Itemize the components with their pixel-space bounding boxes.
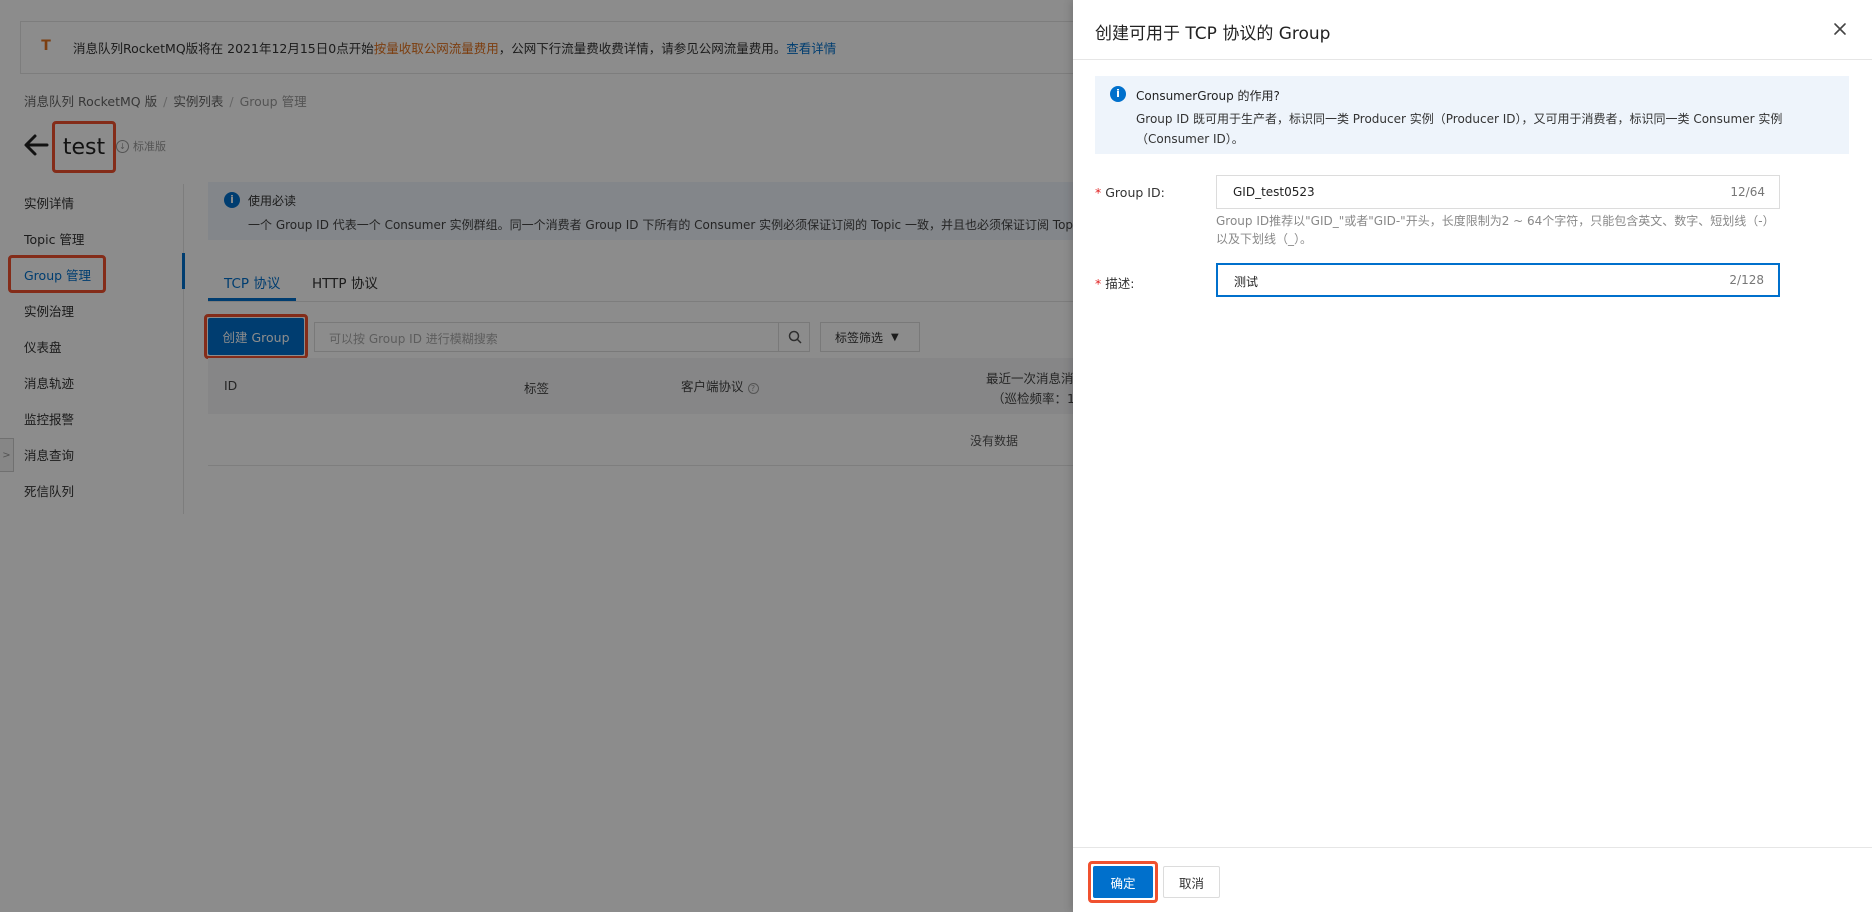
description-label-text: 描述: bbox=[1105, 276, 1135, 291]
description-value: 测试 bbox=[1234, 275, 1259, 289]
description-char-count: 2/128 bbox=[1729, 273, 1764, 287]
group-id-value: GID_test0523 bbox=[1233, 185, 1315, 199]
confirm-button[interactable]: 确定 bbox=[1093, 866, 1153, 898]
group-id-help: Group ID推荐以"GID_"或者"GID-"开头，长度限制为2 ~ 64个… bbox=[1216, 214, 1775, 246]
group-id-label: * Group ID: bbox=[1095, 185, 1165, 200]
drawer-title: 创建可用于 TCP 协议的 Group bbox=[1095, 24, 1331, 44]
close-icon[interactable] bbox=[1831, 20, 1849, 38]
info-icon: i bbox=[1110, 86, 1126, 102]
required-marker: * bbox=[1095, 185, 1102, 200]
cancel-button[interactable]: 取消 bbox=[1163, 866, 1220, 898]
description-input[interactable]: 测试 2/128 bbox=[1216, 263, 1780, 297]
info-description: Group ID 既可用于生产者，标识同一类 Producer 实例（Produ… bbox=[1136, 112, 1783, 146]
group-id-char-count: 12/64 bbox=[1730, 185, 1765, 199]
group-id-label-text: Group ID: bbox=[1105, 185, 1165, 200]
description-label: * 描述: bbox=[1095, 273, 1134, 292]
required-marker: * bbox=[1095, 276, 1102, 291]
drawer-header: 创建可用于 TCP 协议的 Group bbox=[1073, 0, 1872, 60]
group-id-input[interactable]: GID_test0523 12/64 bbox=[1216, 175, 1780, 209]
create-group-drawer: 创建可用于 TCP 协议的 Group i ConsumerGroup 的作用?… bbox=[1073, 0, 1872, 912]
modal-mask[interactable] bbox=[0, 0, 1073, 912]
consumer-group-info: i ConsumerGroup 的作用? Group ID 既可用于生产者，标识… bbox=[1095, 76, 1849, 154]
info-title: ConsumerGroup 的作用? bbox=[1136, 89, 1280, 103]
